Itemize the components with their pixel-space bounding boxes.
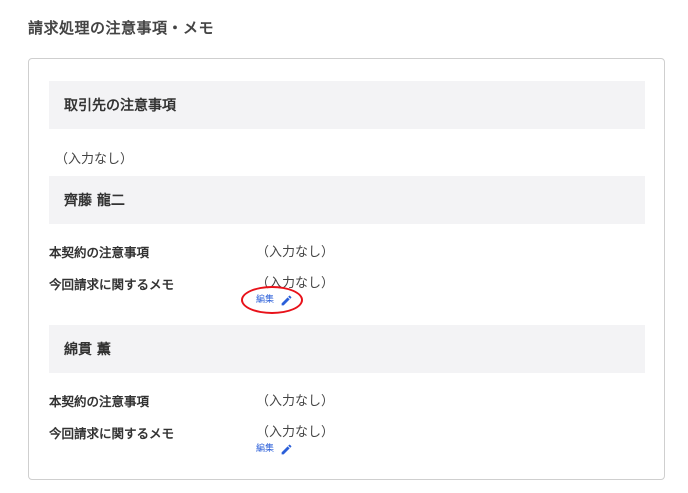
client-notes-value: （入力なし）	[55, 152, 134, 167]
notes-card: 取引先の注意事項 （入力なし） 齊藤 龍二 本契約の注意事項 （入力なし） 今回…	[28, 58, 665, 480]
edit-memo-button[interactable]: 編集	[256, 292, 293, 306]
billing-memo-value: （入力なし）	[256, 276, 335, 291]
person-header-saito: 齊藤 龍二	[49, 176, 645, 224]
edit-memo-button[interactable]: 編集	[256, 441, 293, 455]
contract-note-label: 本契約の注意事項	[49, 394, 150, 409]
pencil-icon[interactable]	[280, 292, 293, 306]
billing-memo-label: 今回請求に関するメモ	[49, 426, 175, 441]
client-notes-header: 取引先の注意事項	[49, 81, 645, 129]
edit-label[interactable]: 編集	[256, 441, 274, 454]
edit-label[interactable]: 編集	[256, 292, 274, 305]
contract-note-value: （入力なし）	[256, 394, 335, 409]
person-header-watanuki: 綿貫 薫	[49, 325, 645, 373]
pencil-icon[interactable]	[280, 441, 293, 455]
contract-note-label: 本契約の注意事項	[49, 245, 150, 260]
page-title: 請求処理の注意事項・メモ	[28, 19, 215, 37]
billing-memo-label: 今回請求に関するメモ	[49, 277, 175, 292]
billing-memo-value: （入力なし）	[256, 425, 335, 440]
contract-note-value: （入力なし）	[256, 245, 335, 260]
